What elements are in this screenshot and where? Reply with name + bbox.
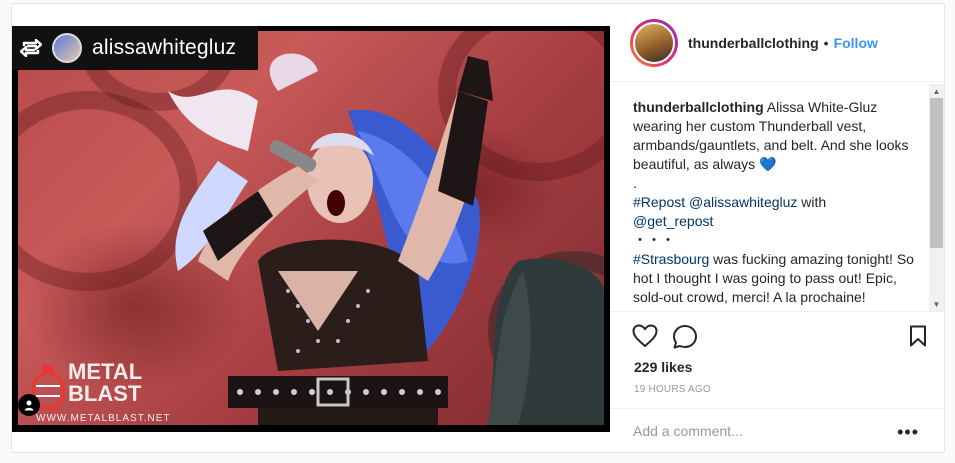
author-username[interactable]: thunderballclothing xyxy=(688,35,819,51)
caption-author[interactable]: thunderballclothing xyxy=(633,99,764,115)
bookmark-icon[interactable] xyxy=(909,325,927,352)
metal-blast-watermark: METAL BLAST WWW.METALBLAST.NET xyxy=(28,361,178,425)
post-header: thunderballclothing • Follow xyxy=(610,4,945,82)
repost-badge: alissawhitegluz xyxy=(12,26,258,70)
post-photo: METAL BLAST WWW.METALBLAST.NET xyxy=(18,31,604,425)
post-sidebar: thunderballclothing • Follow thunderball… xyxy=(610,4,945,452)
caption: thunderballclothing Alissa White-Gluz we… xyxy=(633,98,923,311)
like-count[interactable]: 229 likes xyxy=(634,359,692,375)
caption-with: with xyxy=(797,194,827,210)
mention-get-repost[interactable]: @get_repost xyxy=(633,213,713,229)
heart-icon[interactable] xyxy=(632,324,658,353)
caption-dot: . xyxy=(633,175,637,191)
repost-username: alissawhitegluz xyxy=(92,36,237,59)
comment-bar: ••• xyxy=(610,408,945,453)
comment-input[interactable] xyxy=(633,423,893,439)
caption-scrollbar[interactable]: ▲ ▼ xyxy=(929,84,944,311)
more-options-button[interactable]: ••• xyxy=(897,422,919,443)
scroll-thumb[interactable] xyxy=(930,98,943,248)
repost-icon xyxy=(20,39,42,57)
logo-text: METAL BLAST xyxy=(68,359,143,406)
author-avatar[interactable] xyxy=(630,18,678,67)
repost-avatar xyxy=(52,33,82,63)
scroll-down-icon[interactable]: ▼ xyxy=(929,297,944,311)
caption-area[interactable]: thunderballclothing Alissa White-Gluz we… xyxy=(610,84,945,311)
hashtag-repost[interactable]: #Repost xyxy=(633,194,685,210)
action-icons xyxy=(632,324,932,350)
comment-icon[interactable] xyxy=(672,324,698,355)
header-separator: • xyxy=(823,34,829,51)
follow-button[interactable]: Follow xyxy=(834,35,878,51)
instagram-post: METAL BLAST WWW.METALBLAST.NET alissawhi… xyxy=(11,3,945,453)
post-timestamp[interactable]: 19 HOURS AGO xyxy=(634,384,711,395)
post-actions: 229 likes 19 HOURS AGO ••• xyxy=(610,311,945,452)
blue-heart-emoji: 💙 xyxy=(759,156,777,172)
logo-url: WWW.METALBLAST.NET xyxy=(36,413,171,424)
user-tag-icon[interactable] xyxy=(18,394,40,416)
mention-alissawhitegluz[interactable]: @alissawhitegluz xyxy=(689,194,797,210)
scroll-up-icon[interactable]: ▲ xyxy=(929,84,944,98)
post-media[interactable]: METAL BLAST WWW.METALBLAST.NET alissawhi… xyxy=(12,26,610,432)
caption-dots-line: ・・・ xyxy=(633,232,675,248)
hashtag-strasbourg[interactable]: #Strasbourg xyxy=(633,251,709,267)
